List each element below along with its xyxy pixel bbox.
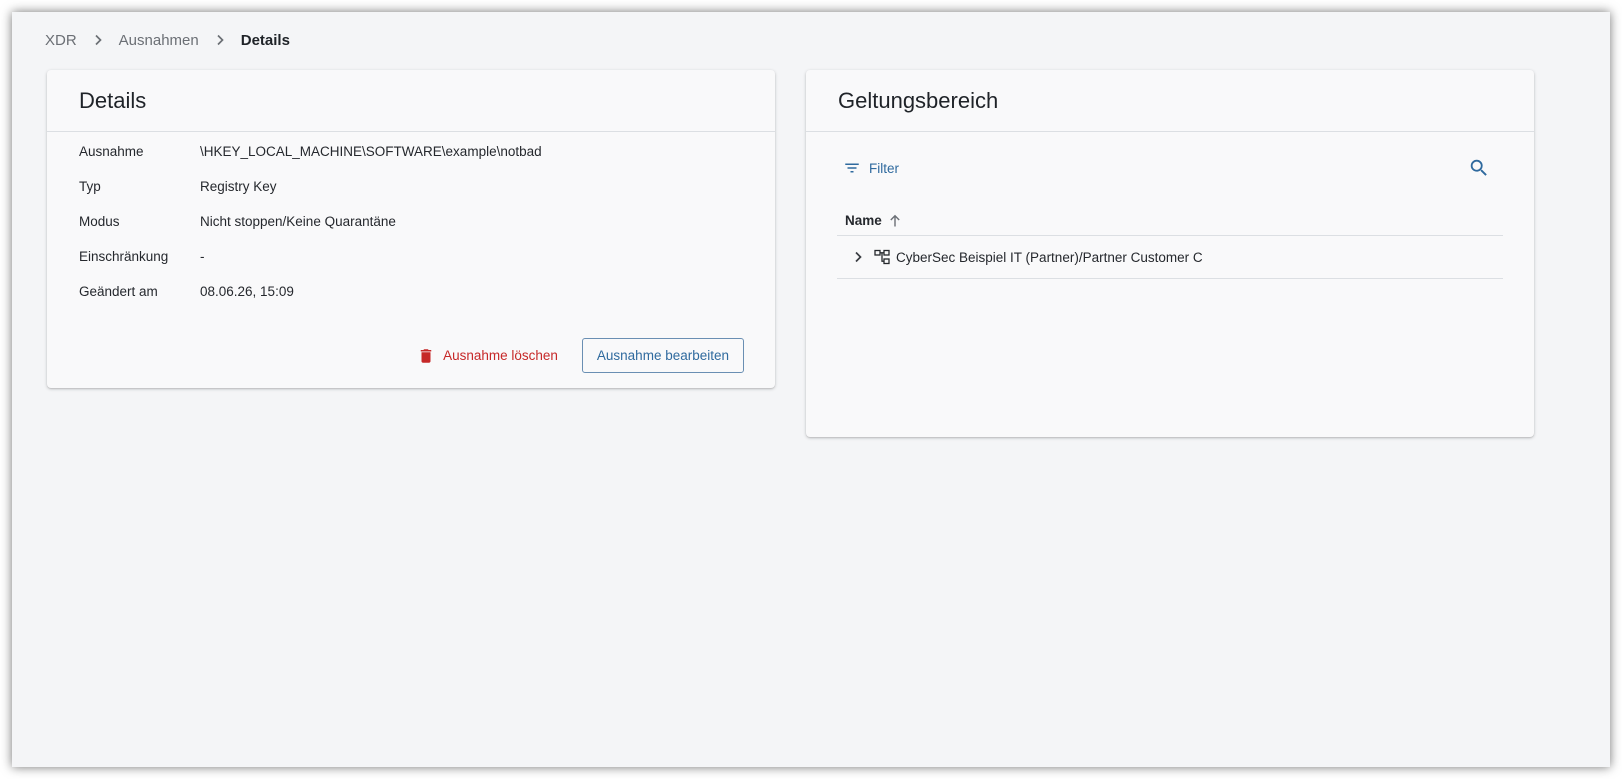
detail-row-mode: Modus Nicht stoppen/Keine Quarantäne xyxy=(79,214,542,249)
table-row[interactable]: CyberSec Beispiel IT (Partner)/Partner C… xyxy=(837,236,1503,279)
detail-row-exception: Ausnahme \HKEY_LOCAL_MACHINE\SOFTWARE\ex… xyxy=(79,144,542,179)
breadcrumb-item-ausnahmen[interactable]: Ausnahmen xyxy=(119,32,199,49)
column-header-name[interactable]: Name xyxy=(837,206,1503,236)
scope-card: Geltungsbereich Filter Name CyberSec Bei… xyxy=(806,70,1534,437)
detail-value: \HKEY_LOCAL_MACHINE\SOFTWARE\example\not… xyxy=(200,144,542,159)
chevron-right-icon xyxy=(90,32,106,48)
scope-table: Name CyberSec Beispiel IT (Partner)/Part… xyxy=(837,206,1503,279)
detail-label: Einschränkung xyxy=(79,249,169,264)
breadcrumb-current: Details xyxy=(240,31,290,49)
detail-value: Nicht stoppen/Keine Quarantäne xyxy=(200,214,396,229)
detail-value: - xyxy=(200,249,205,264)
app-window: XDR Ausnahmen Details Details Ausnahme \… xyxy=(12,12,1610,767)
detail-row-modified: Geändert am 08.06.26, 15:09 xyxy=(79,284,542,319)
chevron-right-icon[interactable] xyxy=(851,250,865,264)
breadcrumb-item-xdr[interactable]: XDR xyxy=(45,32,77,49)
scope-toolbar: Filter xyxy=(838,154,1502,182)
detail-value: Registry Key xyxy=(200,179,277,194)
delete-exception-label: Ausnahme löschen xyxy=(443,348,558,363)
details-card-title: Details xyxy=(47,70,775,132)
details-actions: Ausnahme löschen Ausnahme bearbeiten xyxy=(417,338,744,373)
search-icon[interactable] xyxy=(1468,157,1490,179)
detail-value: 08.06.26, 15:09 xyxy=(200,284,294,299)
detail-label: Geändert am xyxy=(79,284,158,299)
scope-card-title: Geltungsbereich xyxy=(806,70,1534,132)
filter-label: Filter xyxy=(869,160,899,176)
arrow-up-icon xyxy=(888,214,902,228)
details-card: Details Ausnahme \HKEY_LOCAL_MACHINE\SOF… xyxy=(47,70,775,388)
details-list: Ausnahme \HKEY_LOCAL_MACHINE\SOFTWARE\ex… xyxy=(79,144,542,319)
detail-row-type: Typ Registry Key xyxy=(79,179,542,214)
filter-button[interactable]: Filter xyxy=(838,159,899,177)
org-tree-icon xyxy=(874,249,890,265)
detail-label: Modus xyxy=(79,214,120,229)
detail-label: Ausnahme xyxy=(79,144,144,159)
trash-icon xyxy=(417,347,435,365)
delete-exception-button[interactable]: Ausnahme löschen xyxy=(417,347,558,365)
chevron-right-icon xyxy=(212,32,228,48)
edit-exception-button[interactable]: Ausnahme bearbeiten xyxy=(581,338,744,373)
detail-row-restriction: Einschränkung - xyxy=(79,249,542,284)
detail-label: Typ xyxy=(79,179,101,194)
breadcrumb: XDR Ausnahmen Details xyxy=(45,30,290,50)
column-header-label: Name xyxy=(845,213,882,228)
tree-row-label: CyberSec Beispiel IT (Partner)/Partner C… xyxy=(896,249,1203,265)
filter-icon xyxy=(843,159,861,177)
